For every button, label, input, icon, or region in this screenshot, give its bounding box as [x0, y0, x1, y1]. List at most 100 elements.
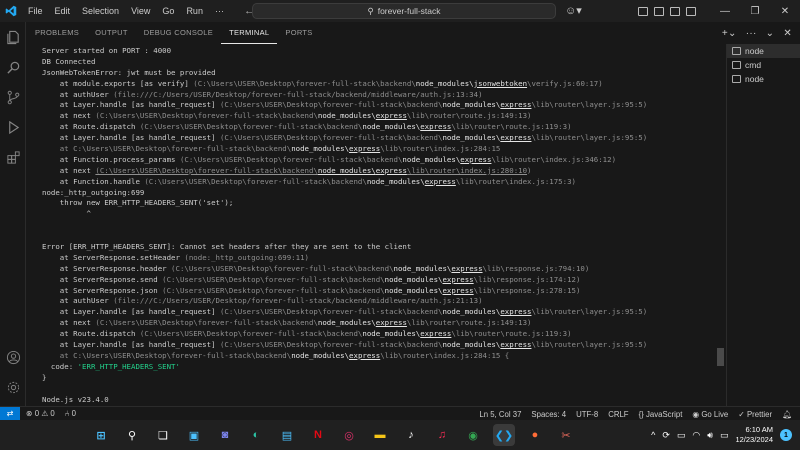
terminal-text: (C:\Users\USER\Desktop\forever-full-stac… [139, 122, 363, 132]
terminal-line: Node.js v23.4.0 [42, 395, 712, 406]
terminal-item-cmd[interactable]: cmd [727, 58, 800, 72]
terminal-item-node-2[interactable]: node [727, 72, 800, 86]
tiktok-icon[interactable]: ♪ [400, 424, 422, 446]
snipping-tool-icon[interactable]: ✂ [555, 424, 577, 446]
wifi-icon[interactable]: ◠ [692, 430, 700, 441]
close-panel-icon[interactable]: ✕ [783, 28, 792, 39]
clock[interactable]: 6:10 AM 12/23/2024 [735, 425, 773, 445]
end-of-line[interactable]: CRLF [608, 410, 628, 419]
explorer-icon[interactable] [0, 22, 26, 52]
terminal-text: \lib\response.js:278:15) [473, 285, 581, 295]
copilot-icon[interactable]: ☺▾ [565, 4, 582, 17]
terminal-text: node_modules\ [393, 263, 452, 273]
ports-status[interactable]: ⑃ 0 [65, 409, 76, 418]
menu-edit[interactable]: Edit [49, 0, 77, 22]
tab-terminal[interactable]: TERMINAL [221, 22, 278, 44]
terminal-text: Server started on PORT : 4000 [42, 46, 172, 55]
toggle-sidebar-icon[interactable] [638, 6, 648, 16]
tab-ports[interactable]: PORTS [277, 22, 320, 44]
task-view-icon[interactable]: ❏ [152, 424, 174, 446]
vscode-taskbar-icon[interactable]: ❮❯ [493, 424, 515, 446]
menu-view[interactable]: View [125, 0, 156, 22]
instagram-icon[interactable]: ◎ [338, 424, 360, 446]
search-taskbar-icon[interactable]: ⚲ [121, 424, 143, 446]
close-window-button[interactable]: ✕ [770, 0, 800, 22]
widgets-icon[interactable]: ▣ [183, 424, 205, 446]
terminal-text: at next [42, 318, 96, 328]
tab-output[interactable]: OUTPUT [87, 22, 136, 44]
indentation[interactable]: Spaces: 4 [531, 410, 566, 419]
search-activity-icon[interactable] [0, 52, 26, 82]
terminal-list: node cmd node [726, 44, 800, 406]
notification-badge[interactable]: 1 [780, 429, 792, 441]
terminal-text: \lib\router\route.js:119:3) [451, 122, 572, 132]
terminal-text: at ServerResponse.send [42, 274, 163, 284]
encoding[interactable]: UTF-8 [576, 410, 598, 419]
store-icon[interactable]: ▤ [276, 424, 298, 446]
customize-layout-icon[interactable] [686, 6, 696, 16]
terminal-text: ^ [42, 209, 91, 219]
go-live-button[interactable]: ◉ Go Live [692, 410, 728, 419]
terminal-text: \lib\router\layer.js:95:5) [531, 307, 648, 317]
notifications-bell-icon[interactable]: 🔔︎ [782, 410, 792, 419]
command-center-search[interactable]: ⚲ forever-full-stack [252, 3, 556, 19]
account-icon[interactable] [0, 342, 26, 372]
collapse-panel-icon[interactable]: ⌄ [766, 28, 775, 39]
terminal-text: (C:\Users\USER\Desktop\forever-full-stac… [171, 263, 394, 273]
remote-indicator-icon[interactable]: ⇄ [0, 406, 20, 421]
edge-icon[interactable]: ◐ [245, 424, 267, 446]
terminal-output[interactable]: Server started on PORT : 4000 DB Connecte… [42, 46, 712, 406]
menu-run[interactable]: Run [180, 0, 209, 22]
more-actions-icon[interactable]: ··· [746, 28, 757, 39]
menu-file[interactable]: File [22, 0, 49, 22]
panel-tabs: PROBLEMS OUTPUT DEBUG CONSOLE TERMINAL P… [27, 22, 800, 44]
toggle-panel-icon[interactable] [654, 6, 664, 16]
go-live-label: Go Live [701, 409, 729, 419]
terminal-text: at authUser [42, 89, 114, 99]
menu-more[interactable]: ··· [209, 0, 230, 22]
new-terminal-icon[interactable]: +⌄ [722, 28, 737, 39]
terminal-line: Server started on PORT : 4000 [42, 46, 712, 57]
restore-button[interactable]: ❐ [740, 0, 770, 22]
toggle-secondary-sidebar-icon[interactable] [670, 6, 680, 16]
sync-icon[interactable]: ⟳ [662, 430, 670, 441]
keyboard-icon[interactable]: ▭ [677, 430, 686, 441]
terminal-scrollbar[interactable] [717, 348, 724, 366]
terminal-text: express [500, 340, 532, 350]
postman-icon[interactable]: ● [524, 424, 546, 446]
file-explorer-icon[interactable]: ▬ [369, 424, 391, 446]
volume-icon[interactable]: 🔊︎ [707, 430, 713, 441]
cursor-position[interactable]: Ln 5, Col 37 [479, 410, 521, 419]
terminal-text: express [500, 100, 532, 110]
problems-status[interactable]: ⊗ 0 ⚠ 0 [26, 409, 55, 418]
settings-gear-icon[interactable] [0, 372, 26, 402]
music-icon[interactable]: ♫ [431, 424, 453, 446]
netflix-icon[interactable]: N [307, 424, 329, 446]
terminal-text: node_modules\ [291, 144, 350, 154]
language-mode[interactable]: {} JavaScript [639, 410, 683, 419]
terminal-text: at Function.handle [42, 176, 145, 186]
source-control-icon[interactable] [0, 82, 26, 112]
language-label: JavaScript [645, 409, 683, 419]
terminal-text: node_modules\ [402, 154, 461, 164]
terminal-text: at Function.process_params [42, 154, 180, 164]
prettier-status[interactable]: ✓ Prettier [738, 410, 772, 419]
terminal-text: express [442, 274, 474, 284]
run-debug-icon[interactable] [0, 112, 26, 142]
terminal-text: at Route.dispatch [42, 122, 140, 132]
show-hidden-icons[interactable]: ^ [651, 430, 655, 440]
terminal-text: node_modules\ [317, 318, 376, 328]
menu-go[interactable]: Go [156, 0, 180, 22]
tab-debug-console[interactable]: DEBUG CONSOLE [136, 22, 221, 44]
extensions-icon[interactable] [0, 142, 26, 172]
terminal-text: code: [42, 361, 78, 371]
chrome-icon[interactable]: ◉ [462, 424, 484, 446]
teams-icon[interactable]: ◙ [214, 424, 236, 446]
minimize-button[interactable]: — [710, 0, 740, 22]
menu-selection[interactable]: Selection [76, 0, 125, 22]
terminal-item-node-1[interactable]: node [727, 44, 800, 58]
battery-icon[interactable]: ▭ [720, 430, 729, 441]
tab-problems[interactable]: PROBLEMS [27, 22, 87, 44]
windows-start-icon[interactable]: ⊞ [90, 424, 112, 446]
terminal-text: node_modules\ [442, 133, 501, 143]
